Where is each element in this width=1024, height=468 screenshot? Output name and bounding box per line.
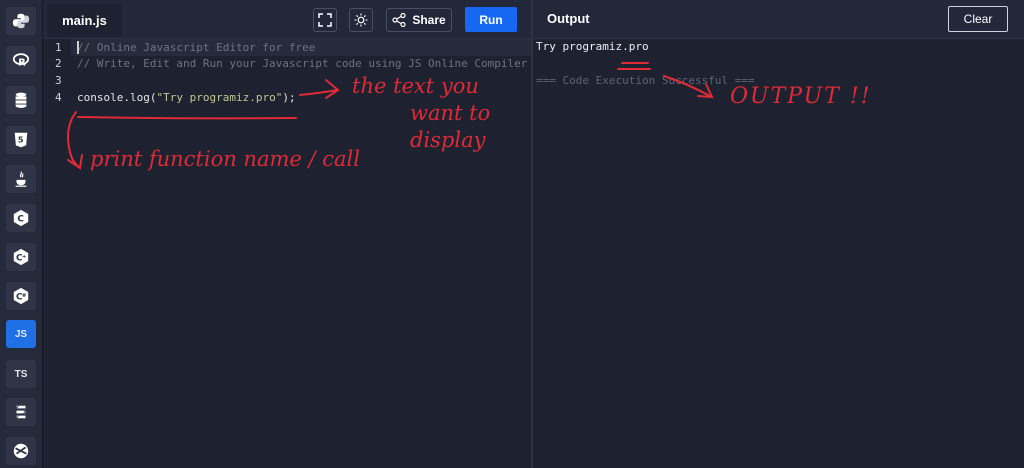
line-number: 1 xyxy=(55,41,62,54)
output-panel: Output Clear Try programiz.pro === Code … xyxy=(533,0,1024,468)
svg-text:+: + xyxy=(22,254,27,260)
html5-icon: 5 xyxy=(14,132,28,148)
editor-toolbar: main.js Share Run xyxy=(43,0,531,39)
python-language-button[interactable] xyxy=(6,7,36,35)
svg-text:R: R xyxy=(18,57,26,68)
go-icon xyxy=(13,443,29,459)
go-language-button[interactable] xyxy=(6,437,36,465)
java-language-button[interactable] xyxy=(6,165,36,193)
java-icon xyxy=(15,171,27,187)
annotation-output-note: OUTPUT !! xyxy=(730,84,872,109)
line-number: 3 xyxy=(55,74,62,87)
c-language-button[interactable]: C xyxy=(6,204,36,232)
output-toolbar: Output Clear xyxy=(533,0,1024,39)
fullscreen-icon xyxy=(318,13,332,27)
output-text-line: Try programiz.pro xyxy=(536,40,649,53)
share-button[interactable]: Share xyxy=(386,8,452,32)
line-number: 2 xyxy=(55,57,62,70)
share-icon xyxy=(392,13,406,27)
annotation-print-note: print function name / call xyxy=(90,147,360,171)
run-button[interactable]: Run xyxy=(465,7,517,32)
r-language-button[interactable]: R xyxy=(6,46,36,74)
cpp-icon: C + xyxy=(13,248,29,266)
code-statement: console.log("Try programiz.pro"); xyxy=(77,91,296,104)
code-function-call: console.log( xyxy=(77,91,157,104)
code-editor-panel: main.js Share Run 1 // Online Javascript… xyxy=(43,0,531,468)
code-comment: // Write, Edit and Run your Javascript c… xyxy=(77,57,528,70)
swift-language-button[interactable] xyxy=(6,398,36,426)
text-cursor xyxy=(77,41,79,54)
sql-language-button[interactable] xyxy=(6,86,36,114)
python-icon xyxy=(12,13,30,29)
svg-text:#: # xyxy=(22,293,27,299)
fullscreen-button[interactable] xyxy=(313,8,337,32)
annotation-text-note-3: display xyxy=(410,128,486,152)
share-label: Share xyxy=(412,13,446,27)
svg-text:5: 5 xyxy=(18,135,24,145)
theme-toggle-button[interactable] xyxy=(349,8,373,32)
line-number: 4 xyxy=(55,91,62,104)
csharp-language-button[interactable]: C # xyxy=(6,282,36,310)
csharp-icon: C # xyxy=(13,287,29,305)
cpp-language-button[interactable]: C + xyxy=(6,243,36,271)
svg-text:C: C xyxy=(17,215,24,225)
language-sidebar: R 5 C C + C # JS TS xyxy=(0,0,43,468)
code-call-close: ); xyxy=(282,91,296,104)
clear-button[interactable]: Clear xyxy=(948,6,1008,32)
annotation-text-note-2: want to xyxy=(410,101,491,125)
swift-icon xyxy=(16,405,26,419)
execution-status-line: === Code Execution Successful === xyxy=(536,74,755,87)
sun-icon xyxy=(354,13,368,27)
output-title: Output xyxy=(547,11,590,26)
r-lang-icon: R xyxy=(12,53,30,68)
code-line: 2 // Write, Edit and Run your Javascript… xyxy=(43,55,531,72)
code-comment: // Online Javascript Editor for free xyxy=(77,41,316,54)
database-icon xyxy=(15,92,27,108)
typescript-icon: TS xyxy=(14,368,28,380)
c-lang-icon: C xyxy=(13,209,29,227)
html-language-button[interactable]: 5 xyxy=(6,126,36,154)
annotation-text-note-1: the text you xyxy=(352,74,479,98)
typescript-language-button[interactable]: TS xyxy=(6,360,36,388)
code-string-literal: "Try programiz.pro" xyxy=(156,91,283,104)
javascript-icon: JS xyxy=(14,328,28,340)
file-tab-main-js[interactable]: main.js xyxy=(47,4,122,37)
javascript-language-button[interactable]: JS xyxy=(6,320,36,348)
code-line: 1 // Online Javascript Editor for free xyxy=(43,39,531,56)
